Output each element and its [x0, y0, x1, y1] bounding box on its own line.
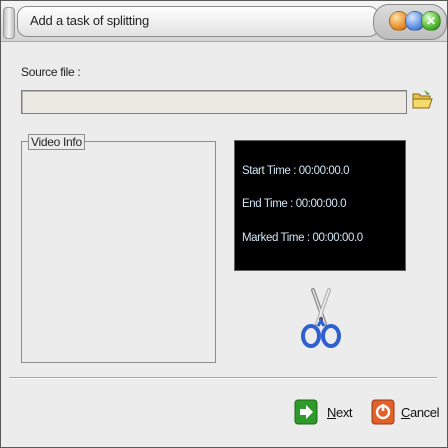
browse-folder-button[interactable] — [410, 87, 436, 113]
next-button[interactable]: Next — [294, 399, 354, 427]
video-info-title: Video Info — [28, 134, 85, 150]
split-button[interactable] — [299, 288, 343, 350]
cancel-icon — [371, 399, 395, 425]
video-info-group — [21, 141, 216, 363]
cancel-label: Cancel — [401, 405, 440, 420]
next-label: Next — [327, 405, 353, 420]
end-time: End Time : 00:00:00.0 — [242, 198, 347, 210]
title-bar[interactable]: Add a task of splitting ✕ — [1, 1, 447, 42]
split-task-window: Add a task of splitting ✕ Source file : … — [0, 0, 448, 448]
scissors-icon — [301, 288, 341, 348]
cancel-button[interactable]: Cancel — [371, 399, 439, 427]
next-arrow-icon — [294, 399, 318, 425]
footer-separator — [9, 377, 437, 379]
close-icon: ✕ — [425, 14, 437, 28]
title-grip[interactable] — [3, 7, 15, 39]
time-display: Start Time : 00:00:00.0 End Time : 00:00… — [234, 140, 406, 271]
window-title: Add a task of splitting — [30, 13, 149, 28]
title-pill: Add a task of splitting — [17, 6, 379, 37]
close-button[interactable]: ✕ — [421, 11, 441, 31]
start-time: Start Time : 00:00:00.0 — [242, 165, 350, 177]
folder-open-icon — [412, 90, 433, 109]
marked-time: Marked Time : 00:00:00.0 — [242, 232, 363, 244]
source-file-label: Source file : — [21, 65, 81, 79]
source-file-input[interactable] — [21, 90, 407, 114]
